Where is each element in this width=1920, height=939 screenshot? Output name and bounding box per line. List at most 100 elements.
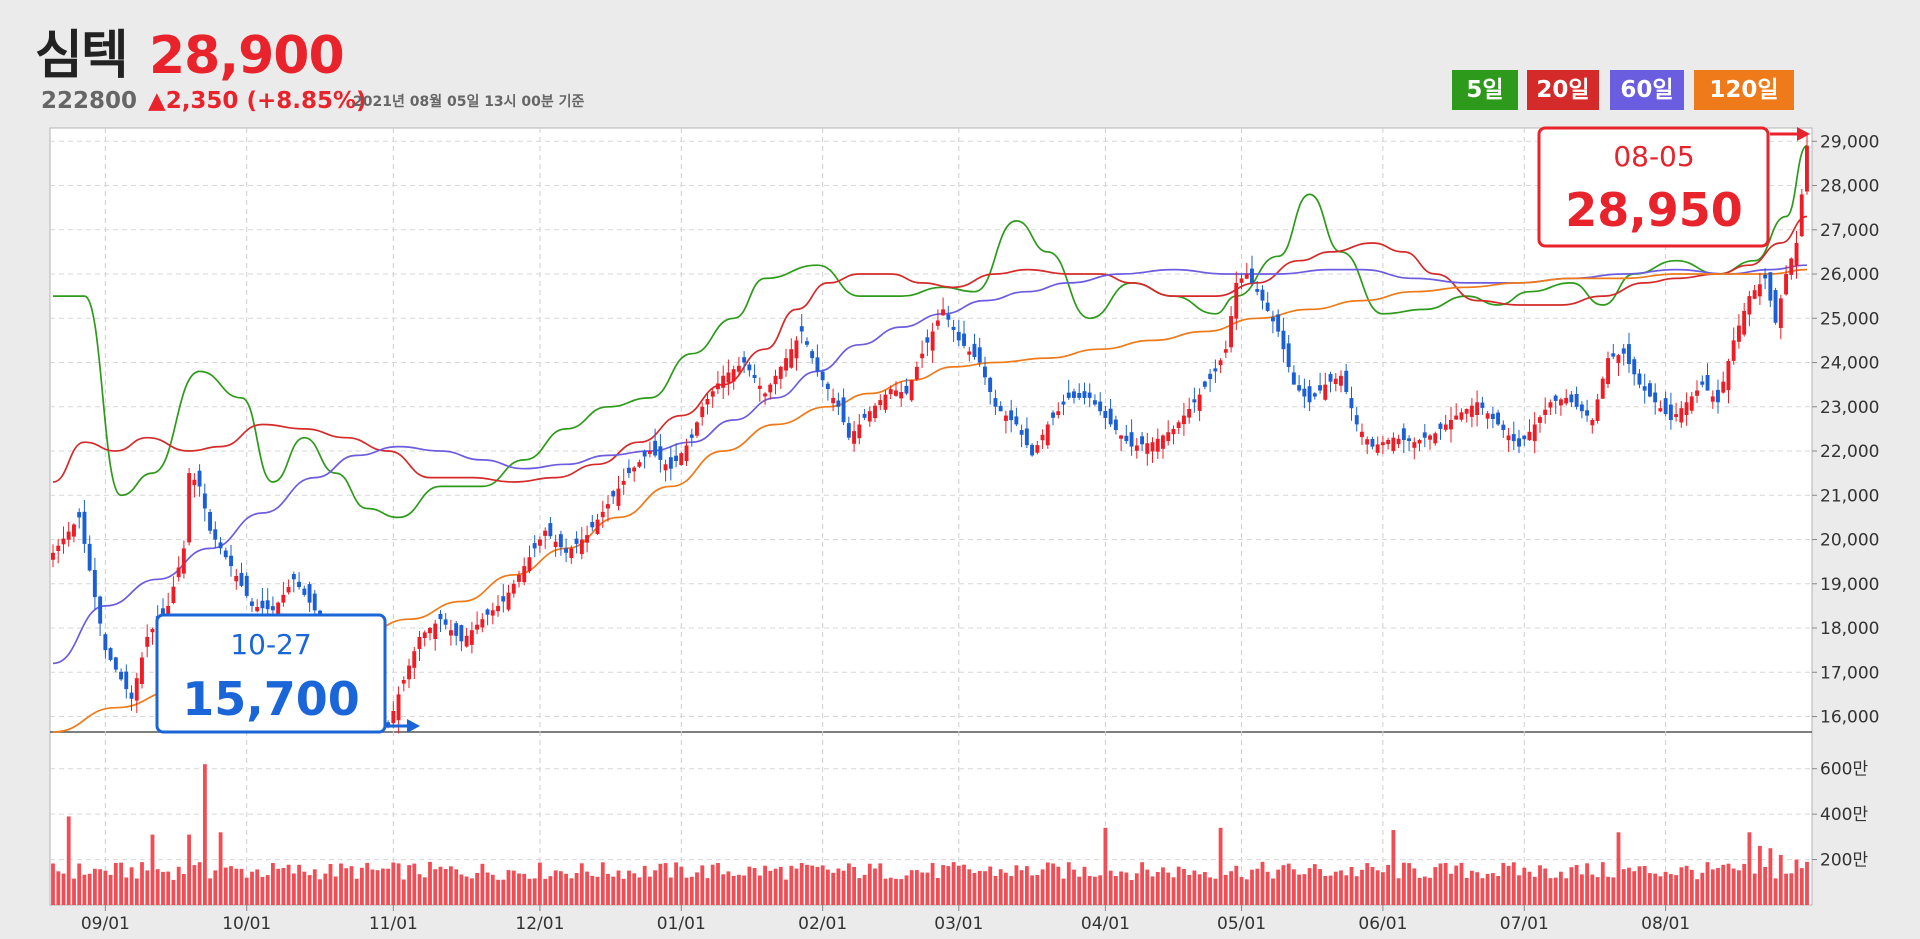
volume-bar bbox=[407, 865, 411, 905]
volume-bar bbox=[1773, 878, 1778, 905]
candle-body bbox=[1794, 243, 1799, 266]
candle-body bbox=[56, 545, 61, 551]
volume-bar bbox=[752, 868, 757, 905]
candle-body bbox=[1072, 391, 1076, 398]
volume-bar bbox=[339, 863, 343, 905]
volume-bar bbox=[1684, 865, 1689, 905]
candle-body bbox=[789, 349, 794, 368]
volume-bar bbox=[1799, 868, 1804, 905]
volume-bar bbox=[930, 863, 935, 905]
candle-body bbox=[1323, 384, 1328, 400]
volume-bar bbox=[658, 863, 663, 905]
stock-chart[interactable]: 09/01 10/01 11/01 12/01 01/01 02/01 03/01 04/01… bbox=[0, 0, 1920, 939]
volume-bar bbox=[1438, 863, 1443, 905]
candle-body bbox=[302, 588, 307, 595]
volume-bar bbox=[695, 872, 699, 905]
candle-body bbox=[1543, 409, 1548, 415]
candle-body bbox=[1166, 432, 1171, 441]
candle-body bbox=[208, 512, 212, 531]
candle-body bbox=[218, 542, 223, 549]
volume-bar bbox=[501, 879, 506, 905]
candle-body bbox=[1716, 389, 1720, 403]
candle-body bbox=[558, 534, 563, 548]
candle-body bbox=[716, 383, 720, 390]
candle-body bbox=[517, 574, 521, 582]
volume-bar bbox=[1239, 877, 1244, 905]
volume-bar bbox=[140, 862, 144, 905]
volume-bar bbox=[1234, 865, 1239, 905]
candle-body bbox=[124, 671, 129, 690]
candle-body bbox=[1108, 408, 1113, 425]
volume-bar bbox=[1443, 863, 1448, 905]
candle-body bbox=[307, 584, 312, 603]
volume-bar bbox=[668, 877, 673, 905]
candle-body bbox=[862, 413, 867, 418]
volume-bar bbox=[443, 869, 448, 905]
volume-bar bbox=[1763, 867, 1767, 905]
candle-body bbox=[145, 636, 150, 647]
candle-body bbox=[1291, 372, 1296, 385]
volume-bar bbox=[506, 870, 511, 905]
candle-body bbox=[794, 340, 799, 359]
candle-body bbox=[1333, 378, 1338, 384]
volume-bar bbox=[344, 868, 349, 905]
candle-body bbox=[679, 453, 684, 465]
volume-bar bbox=[276, 868, 281, 905]
volume-bar bbox=[1794, 859, 1799, 905]
volume-bar bbox=[1632, 871, 1637, 905]
volume-bar bbox=[1700, 872, 1705, 905]
volume-bar bbox=[129, 867, 134, 905]
x-tick-label: 03/01 bbox=[934, 914, 983, 934]
volume-bar bbox=[1134, 873, 1139, 905]
volume-bar bbox=[1302, 874, 1307, 905]
volume-bar bbox=[574, 873, 579, 905]
candle-body bbox=[1742, 310, 1747, 335]
candle-body bbox=[51, 552, 55, 560]
candle-body bbox=[1349, 398, 1354, 409]
volume-bar bbox=[417, 874, 422, 905]
candle-body bbox=[1239, 278, 1244, 283]
candle-body bbox=[595, 519, 600, 535]
candle-body bbox=[134, 678, 139, 701]
volume-bar bbox=[1784, 873, 1788, 905]
candle-body bbox=[443, 619, 448, 625]
candle-body bbox=[579, 539, 584, 555]
volume-bar bbox=[286, 864, 291, 905]
volume-bar bbox=[1333, 871, 1338, 905]
volume-bar bbox=[946, 866, 951, 905]
candle-body bbox=[805, 341, 809, 345]
volume-bar bbox=[1611, 877, 1616, 905]
candle-body bbox=[909, 380, 914, 401]
candle-body bbox=[1024, 428, 1029, 446]
volume-bar bbox=[1569, 867, 1574, 905]
volume-bar bbox=[1307, 868, 1312, 905]
candle-body bbox=[532, 543, 537, 549]
volume-bar bbox=[208, 878, 212, 905]
candle-body bbox=[1449, 420, 1453, 430]
candle-body bbox=[1302, 388, 1307, 397]
candle-body bbox=[1004, 415, 1008, 421]
candle-body bbox=[705, 399, 710, 405]
candle-body bbox=[1223, 349, 1228, 353]
volume-bar bbox=[532, 878, 537, 905]
candle-body bbox=[1312, 393, 1317, 397]
volume-bar bbox=[1061, 878, 1066, 905]
candle-body bbox=[1370, 439, 1375, 447]
candle-body bbox=[1454, 415, 1459, 420]
candle-body bbox=[946, 314, 951, 320]
candle-body bbox=[621, 480, 626, 485]
volume-bar bbox=[962, 864, 966, 905]
volume-bar bbox=[1286, 863, 1291, 905]
candle-body bbox=[438, 613, 443, 620]
volume-bar bbox=[836, 868, 841, 905]
candle-body bbox=[187, 473, 192, 543]
candle-body bbox=[1009, 410, 1014, 421]
volume-bar bbox=[1480, 878, 1485, 905]
candle-body bbox=[627, 467, 631, 474]
volume-bar bbox=[1417, 877, 1422, 905]
volume-bar bbox=[1517, 875, 1521, 905]
volume-bar bbox=[1669, 874, 1673, 905]
candle-body bbox=[255, 607, 260, 612]
volume-bar bbox=[1229, 871, 1233, 905]
volume-bar bbox=[1354, 876, 1359, 905]
